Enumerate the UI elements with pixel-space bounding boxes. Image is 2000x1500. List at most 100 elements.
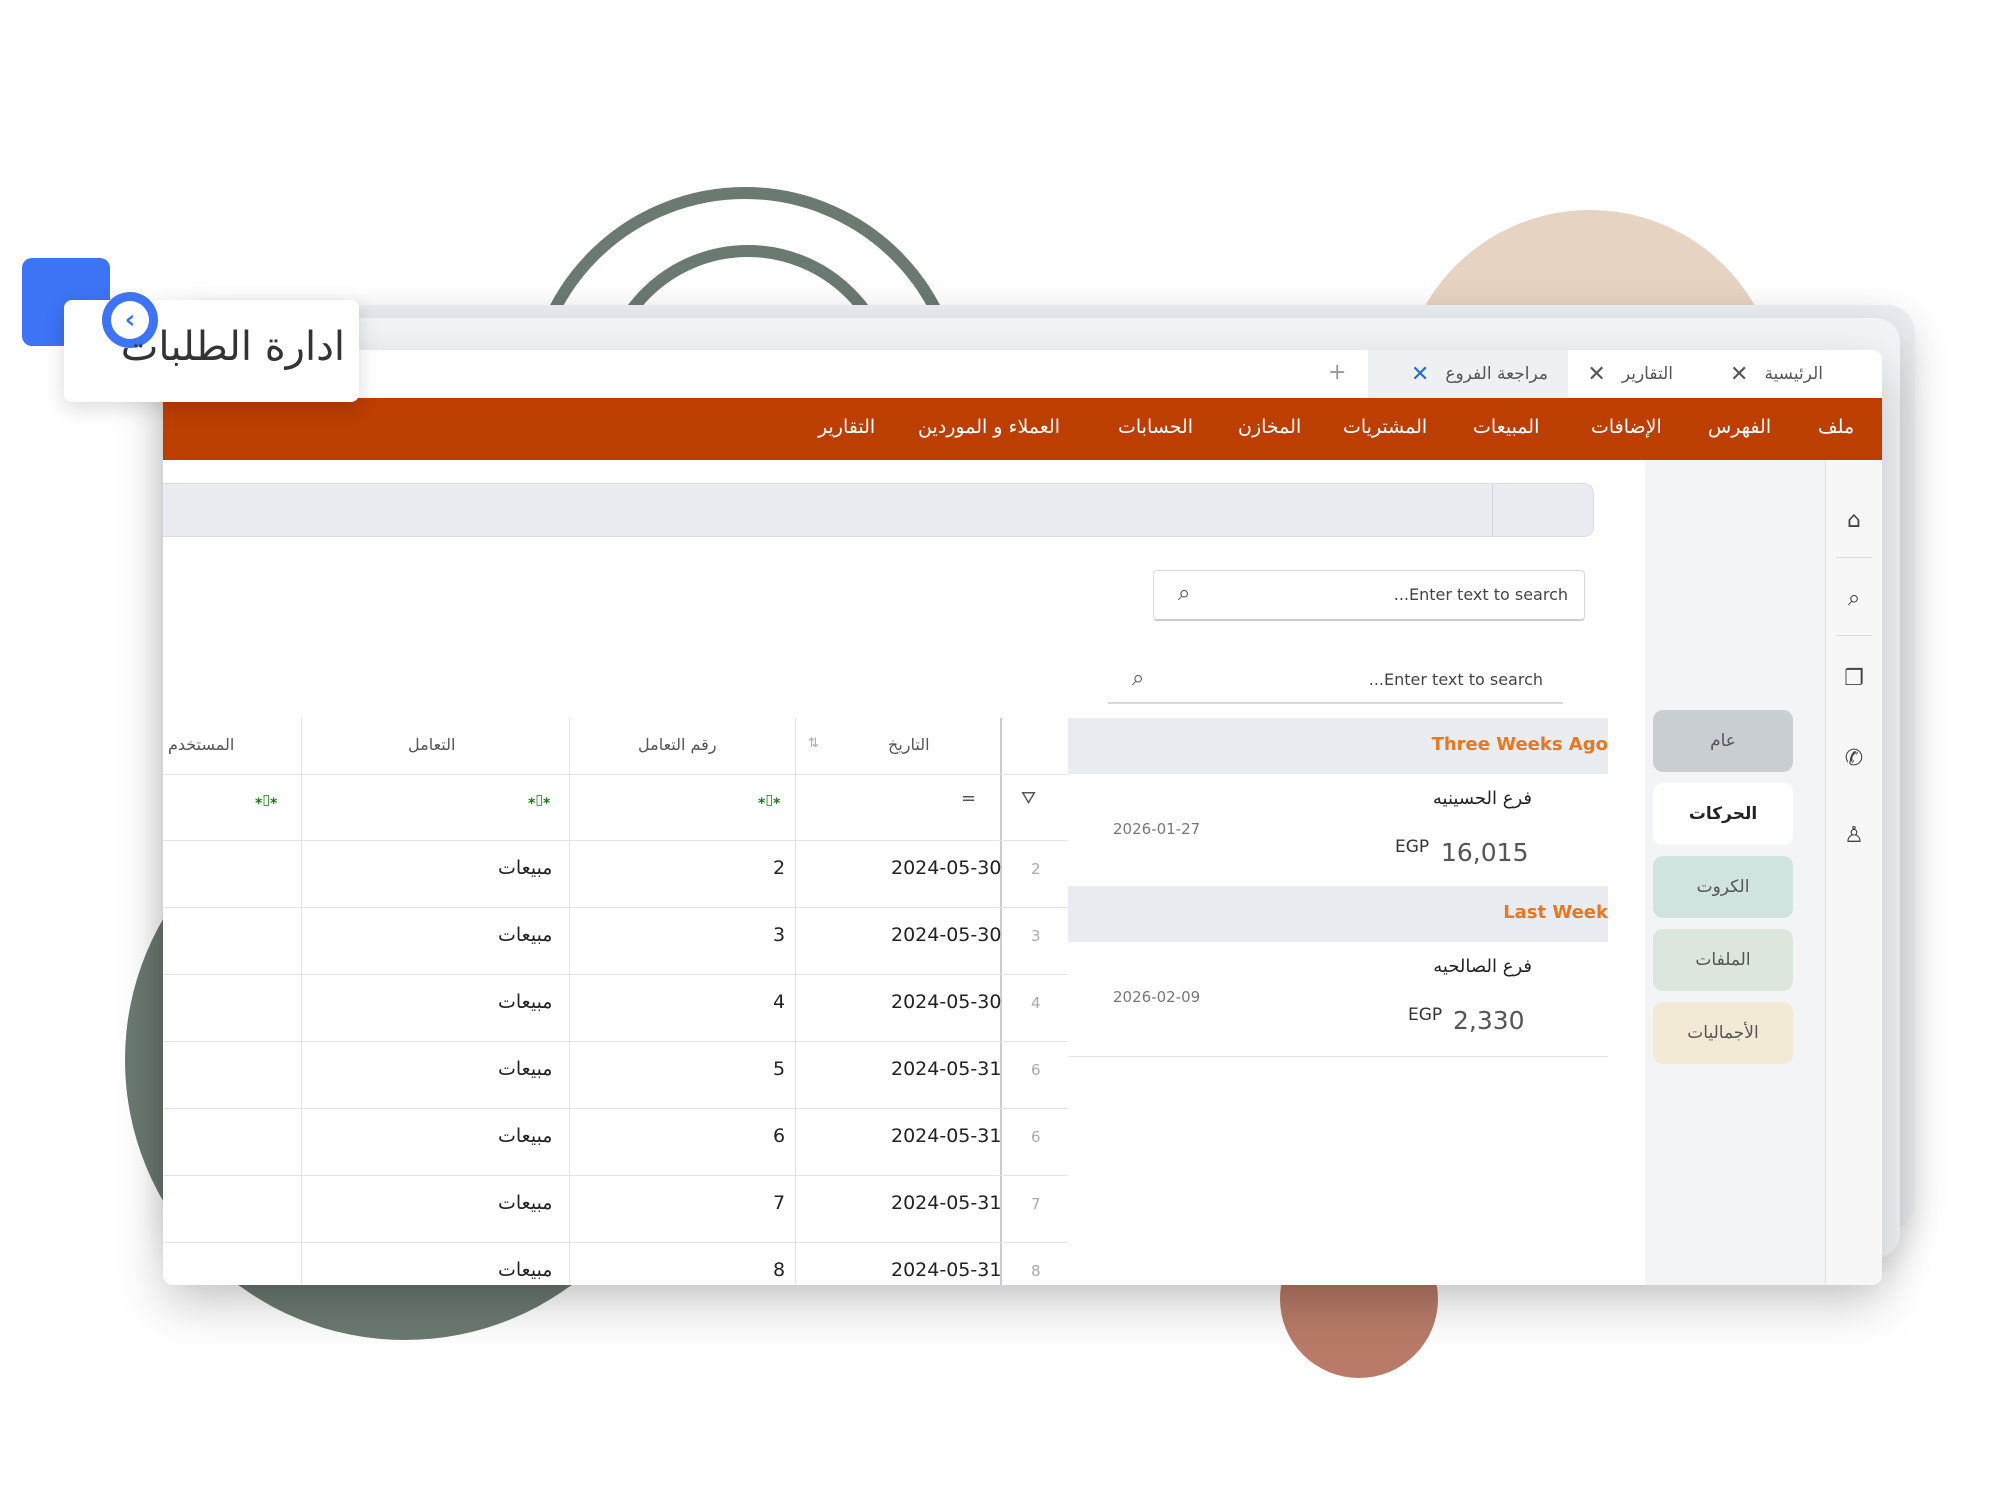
cell-number: 8 — [773, 1259, 786, 1281]
row-index: 2 — [1031, 860, 1041, 878]
user-icon[interactable]: ♙ — [1826, 805, 1882, 865]
menu-reports[interactable]: التقارير — [818, 416, 875, 438]
menu-accounts[interactable]: الحسابات — [1118, 416, 1193, 438]
divider — [163, 1108, 1068, 1109]
contains-filter-icon[interactable]: ⁎▯⁎ — [528, 792, 550, 808]
column-header-user[interactable]: المستخدم — [168, 735, 234, 754]
divider — [569, 718, 570, 1285]
divider — [163, 974, 1068, 975]
row-index: 3 — [1031, 927, 1041, 945]
list-search-input[interactable]: ...Enter text to search ⌕ — [1108, 660, 1563, 704]
search-placeholder: ...Enter text to search — [1393, 585, 1568, 604]
documents-icon[interactable]: ❐ — [1826, 648, 1882, 708]
cell-type: مبيعات — [498, 1192, 553, 1214]
home-icon[interactable]: ⌂ — [1826, 490, 1882, 550]
menu-stores[interactable]: المخازن — [1238, 416, 1301, 438]
equals-filter-icon[interactable]: = — [961, 788, 976, 809]
cell-date: 2024-05-30 — [891, 857, 1002, 879]
group-header[interactable]: Last Week — [1068, 886, 1608, 942]
column-header-date[interactable]: التاريخ — [888, 735, 930, 754]
tab-label: التقارير — [1621, 364, 1673, 384]
divider — [163, 1242, 1068, 1243]
cell-type: مبيعات — [498, 1125, 553, 1147]
amount-value: 16,015 — [1441, 838, 1529, 867]
menu-catalog[interactable]: الفهرس — [1708, 416, 1771, 438]
nav-totals[interactable]: الأجماليات — [1653, 1002, 1793, 1064]
search-placeholder: ...Enter text to search — [1368, 670, 1543, 689]
nav-files[interactable]: الملفات — [1653, 929, 1793, 991]
currency-label: EGP — [1408, 1005, 1443, 1025]
row-index: 6 — [1031, 1061, 1041, 1079]
currency-label: EGP — [1395, 837, 1430, 857]
divider — [163, 1175, 1068, 1176]
search-input[interactable]: ...Enter text to search ⌕ — [1153, 570, 1585, 621]
cell-date: 2024-05-31 — [891, 1259, 1002, 1281]
cell-number: 2 — [773, 857, 786, 879]
cell-type: مبيعات — [498, 1058, 553, 1080]
filter-icon[interactable]: ⛛ — [1021, 788, 1036, 809]
close-icon[interactable]: ✕ — [1730, 362, 1748, 387]
cell-number: 7 — [773, 1192, 786, 1214]
cell-type: مبيعات — [498, 1259, 553, 1281]
transaction-date: 2026-02-09 — [1113, 988, 1201, 1006]
row-index: 8 — [1031, 1262, 1041, 1280]
divider — [795, 718, 796, 1285]
nav-general[interactable]: عام — [1653, 710, 1793, 772]
divider — [163, 774, 1068, 775]
cell-type: مبيعات — [498, 857, 553, 879]
contains-filter-icon[interactable]: ⁎▯⁎ — [255, 792, 277, 808]
menu-customers-suppliers[interactable]: العملاء و الموردين — [918, 416, 1060, 438]
close-icon[interactable]: ✕ — [1587, 362, 1605, 387]
search-icon[interactable]: ⌕ — [1132, 666, 1144, 691]
close-icon[interactable]: ✕ — [1411, 362, 1429, 387]
divider — [301, 718, 302, 1285]
tab-label: الرئيسية — [1764, 364, 1823, 384]
column-header-type[interactable]: التعامل — [408, 735, 455, 754]
branch-name: فرع الصالحيه — [1433, 956, 1532, 977]
divider — [1068, 1056, 1608, 1057]
nav-cards[interactable]: الكروت — [1653, 856, 1793, 918]
tab-bar: الرئيسية ✕ التقارير ✕ مراجعة الفروع ✕ + — [163, 350, 1882, 398]
whatsapp-icon[interactable]: ✆ — [1826, 728, 1882, 788]
nav-transactions[interactable]: الحركات — [1653, 783, 1793, 845]
cell-number: 6 — [773, 1125, 786, 1147]
cell-number: 4 — [773, 991, 786, 1013]
amount-value: 2,330 — [1453, 1006, 1525, 1035]
cell-date: 2024-05-30 — [891, 991, 1002, 1013]
tab-branch-review[interactable]: مراجعة الفروع ✕ — [1368, 350, 1568, 398]
column-header-number[interactable]: رقم التعامل — [638, 735, 717, 754]
menu-additions[interactable]: الإضافات — [1591, 416, 1662, 438]
divider — [1492, 484, 1493, 536]
group-header[interactable]: Three Weeks Ago — [1068, 718, 1608, 774]
search-icon[interactable]: ⌕ — [1178, 581, 1190, 606]
menu-sales[interactable]: المبيعات — [1473, 416, 1539, 438]
tab-home[interactable]: الرئيسية ✕ — [1683, 350, 1843, 398]
contains-filter-icon[interactable]: ⁎▯⁎ — [758, 792, 780, 808]
transaction-date: 2026-01-27 — [1113, 820, 1201, 838]
sort-icon[interactable]: ⇅ — [808, 736, 819, 751]
tab-reports[interactable]: التقارير ✕ — [1563, 350, 1693, 398]
cell-date: 2024-05-31 — [891, 1058, 1002, 1080]
group-header-label: Last Week — [1503, 902, 1608, 923]
menu-file[interactable]: ملف — [1818, 416, 1854, 438]
filter-bar[interactable] — [163, 483, 1594, 537]
cell-type: مبيعات — [498, 991, 553, 1013]
row-index: 4 — [1031, 994, 1041, 1012]
divider — [1836, 635, 1872, 636]
divider — [1836, 557, 1872, 558]
cell-date: 2024-05-31 — [891, 1192, 1002, 1214]
menu-purchases[interactable]: المشتريات — [1343, 416, 1427, 438]
app-window: الرئيسية ✕ التقارير ✕ مراجعة الفروع ✕ + … — [163, 350, 1882, 1285]
divider — [163, 840, 1068, 841]
cell-type: مبيعات — [498, 924, 553, 946]
search-icon[interactable]: ⌕ — [1826, 568, 1882, 628]
branch-name: فرع الحسينيه — [1432, 788, 1532, 809]
cell-number: 3 — [773, 924, 786, 946]
tab-label: مراجعة الفروع — [1445, 364, 1548, 384]
group-header-label: Three Weeks Ago — [1431, 734, 1608, 755]
add-tab-button[interactable]: + — [1328, 360, 1346, 385]
badge-title: ادارة الطلبات — [120, 324, 345, 370]
cell-number: 5 — [773, 1058, 786, 1080]
divider — [163, 1041, 1068, 1042]
row-index: 6 — [1031, 1128, 1041, 1146]
